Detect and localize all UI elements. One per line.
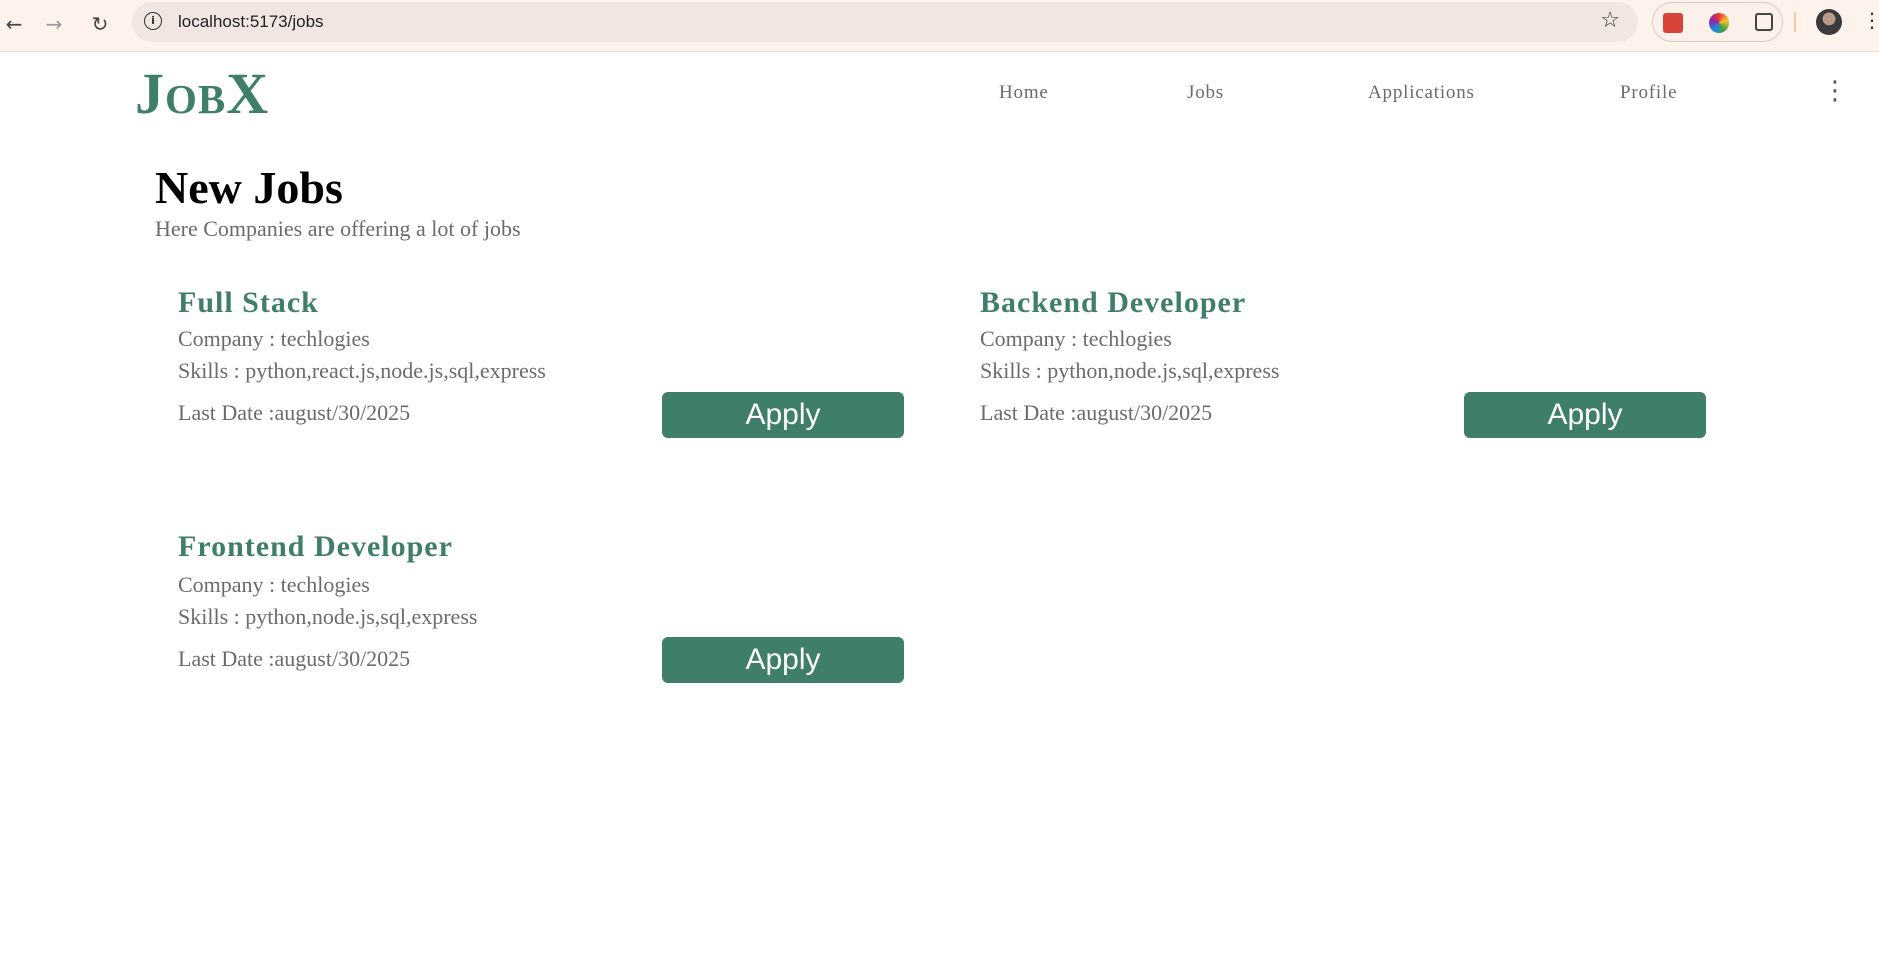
page-subtitle: Here Companies are offering a lot of job…	[155, 216, 521, 241]
job-card: Backend Developer Company : techlogies S…	[980, 286, 1710, 446]
back-arrow-icon[interactable]: ←	[0, 10, 28, 38]
url-text[interactable]: localhost:5173/jobs	[178, 12, 324, 32]
job-title: Backend Developer	[980, 286, 1247, 319]
toolbar-divider	[1794, 12, 1796, 32]
nav-jobs[interactable]: Jobs	[1187, 82, 1224, 104]
job-last-date: Last Date :august/30/2025	[178, 646, 411, 671]
apply-button[interactable]: Apply	[662, 392, 904, 438]
job-card: Frontend Developer Company : techlogies …	[178, 530, 908, 690]
job-title: Full Stack	[178, 286, 319, 319]
apply-button[interactable]: Apply	[1464, 392, 1706, 438]
browser-menu-icon[interactable]: ⋮	[1862, 8, 1879, 32]
browser-toolbar: ← → ↻ i localhost:5173/jobs ☆ ⋮	[0, 0, 1879, 52]
job-company: Company : techlogies	[178, 572, 370, 597]
app-logo[interactable]: JobX	[135, 62, 269, 126]
extensions-group	[1652, 2, 1783, 42]
nav-home[interactable]: Home	[999, 82, 1049, 104]
apply-button[interactable]: Apply	[662, 637, 904, 683]
job-company: Company : techlogies	[178, 326, 370, 351]
color-picker-extension-icon[interactable]	[1709, 13, 1729, 33]
bookmark-star-icon[interactable]: ☆	[1600, 8, 1620, 33]
reload-icon[interactable]: ↻	[86, 10, 114, 38]
info-icon[interactable]: i	[144, 12, 162, 30]
more-menu-icon[interactable]: ⋮	[1822, 76, 1848, 106]
page-title: New Jobs	[155, 162, 343, 213]
puzzle-extensions-icon[interactable]	[1755, 13, 1773, 31]
nav-applications[interactable]: Applications	[1368, 82, 1475, 104]
job-title: Frontend Developer	[178, 530, 453, 563]
job-card: Full Stack Company : techlogies Skills :…	[178, 286, 908, 446]
job-skills: Skills : python,react.js,node.js,sql,exp…	[178, 358, 546, 383]
forward-arrow-icon[interactable]: →	[40, 10, 68, 38]
job-skills: Skills : python,node.js,sql,express	[980, 358, 1280, 383]
job-last-date: Last Date :august/30/2025	[178, 400, 411, 425]
job-skills: Skills : python,node.js,sql,express	[178, 604, 478, 629]
profile-avatar[interactable]	[1816, 9, 1842, 35]
extension-icon[interactable]	[1663, 13, 1683, 33]
nav-profile[interactable]: Profile	[1620, 82, 1677, 104]
job-last-date: Last Date :august/30/2025	[980, 400, 1213, 425]
job-company: Company : techlogies	[980, 326, 1172, 351]
address-bar[interactable]: i localhost:5173/jobs ☆	[132, 2, 1638, 42]
